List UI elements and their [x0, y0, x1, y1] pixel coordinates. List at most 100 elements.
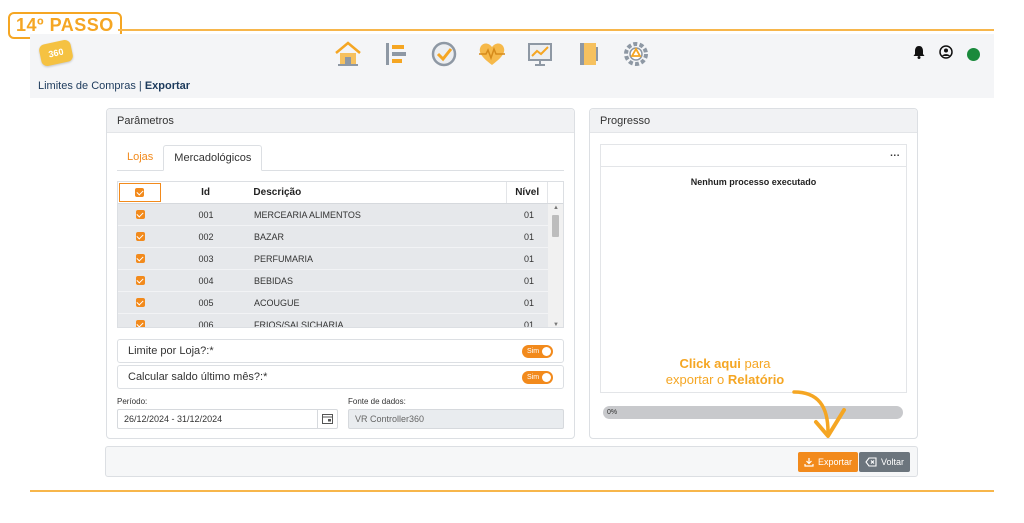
chart-board-icon[interactable]: [522, 39, 558, 69]
checkbox-check-icon: [135, 254, 145, 263]
row-level: 01: [523, 319, 534, 328]
progress-panel: Progresso ... Nenhum processo executado …: [589, 108, 918, 439]
row-description: MERCEARIA ALIMENTOS: [254, 209, 361, 220]
download-icon: [804, 458, 814, 467]
scroll-down-arrow-icon[interactable]: ▼: [553, 322, 559, 327]
process-toolbar: ...: [601, 145, 906, 167]
toggle-knob: [542, 347, 551, 356]
list-icon[interactable]: [378, 39, 414, 69]
parameters-panel: Parâmetros Lojas Mercadológicos Id Descr…: [106, 108, 575, 439]
row-checkbox[interactable]: [118, 270, 162, 291]
calc-last-month-toggle[interactable]: Sim: [522, 371, 553, 384]
table-scrollbar[interactable]: ▲ ▼: [548, 204, 563, 327]
tutorial-callout: Click aqui para exportar o Relatório: [650, 356, 800, 388]
empty-process-message: Nenhum processo executado: [690, 177, 817, 187]
tab-lojas[interactable]: Lojas: [117, 145, 163, 170]
backspace-icon: [865, 457, 877, 467]
toggle-state-label: Sim: [527, 348, 540, 355]
row-id: 001: [198, 209, 214, 220]
column-header-level[interactable]: Nível: [506, 182, 549, 203]
period-input[interactable]: 26/12/2024 - 31/12/2024: [117, 409, 338, 429]
export-button[interactable]: Exportar: [798, 452, 859, 472]
action-bar: Exportar Voltar: [105, 446, 918, 477]
scroll-up-arrow-icon[interactable]: ▲: [553, 205, 559, 211]
heart-pulse-icon[interactable]: [474, 39, 510, 69]
row-description: BEBIDAS: [254, 275, 294, 286]
table-header: Id Descrição Nível: [118, 182, 563, 204]
callout-arrow-icon: [792, 390, 846, 438]
status-dot: [967, 48, 980, 61]
row-id: 006: [198, 319, 214, 328]
table-row[interactable]: 003 PERFUMARIA 01: [118, 248, 563, 270]
parameters-panel-title: Parâmetros: [107, 109, 574, 133]
callout-strong-2: Relatório: [727, 372, 785, 387]
data-source-value: VR Controller360: [355, 414, 425, 424]
screen: 14º PASSO 360 Limites de Compras | Expor…: [0, 0, 1024, 523]
row-description: BAZAR: [254, 231, 285, 242]
row-id: 002: [198, 231, 214, 242]
export-button-label: Exportar: [818, 457, 853, 467]
callout-strong-1: Click aqui: [679, 356, 741, 371]
table-row[interactable]: 004 BEBIDAS 01: [118, 270, 563, 292]
checkbox-check-icon: [135, 320, 145, 327]
app-header: 360: [30, 34, 994, 76]
brand-logo[interactable]: 360: [38, 38, 74, 68]
calc-last-month-label: Calcular saldo último mês?:*: [128, 371, 268, 383]
toggle-knob: [542, 373, 551, 382]
breadcrumb-separator: |: [135, 80, 145, 92]
period-value: 26/12/2024 - 31/12/2024: [124, 414, 223, 424]
limit-per-store-toggle[interactable]: Sim: [522, 345, 553, 358]
limit-per-store-label: Limite por Loja?:*: [128, 345, 214, 357]
row-id: 004: [198, 275, 214, 286]
row-description: PERFUMARIA: [254, 253, 314, 264]
row-checkbox[interactable]: [118, 226, 162, 247]
gear-recycle-icon[interactable]: [618, 39, 654, 69]
breadcrumb-current: Exportar: [144, 80, 191, 92]
limit-per-store-row: Limite por Loja?:* Sim: [117, 339, 564, 363]
row-checkbox[interactable]: [118, 248, 162, 269]
bottom-divider: [30, 490, 994, 492]
back-button[interactable]: Voltar: [859, 452, 911, 472]
tab-mercadologicos[interactable]: Mercadológicos: [163, 145, 263, 171]
checkbox-check-icon: [135, 188, 145, 197]
select-all-checkbox[interactable]: [119, 183, 161, 202]
row-id: 003: [198, 253, 214, 264]
checkbox-check-icon: [135, 276, 145, 285]
row-checkbox[interactable]: [118, 292, 162, 313]
back-button-label: Voltar: [881, 457, 905, 467]
table-row[interactable]: 006 FRIOS/SALSICHARIA 01: [118, 314, 563, 328]
progress-percent: 0%: [607, 409, 618, 416]
row-level: 01: [523, 209, 534, 220]
data-source-label: Fonte de dados:: [348, 397, 406, 406]
bell-icon[interactable]: [913, 45, 925, 64]
header-actions: [913, 45, 980, 64]
home-icon[interactable]: [330, 39, 366, 69]
callout-text-1: para: [740, 356, 771, 371]
column-header-id[interactable]: Id: [162, 182, 250, 203]
row-checkbox[interactable]: [118, 314, 162, 327]
table-row[interactable]: 001 MERCEARIA ALIMENTOS 01: [118, 204, 563, 226]
progress-panel-title: Progresso: [590, 109, 917, 133]
column-header-description[interactable]: Descrição: [249, 182, 506, 203]
breadcrumb-parent[interactable]: Limites de Compras: [38, 80, 136, 92]
scroll-thumb[interactable]: [552, 215, 559, 237]
main-nav: [330, 39, 654, 69]
notebook-icon[interactable]: [570, 39, 606, 69]
checkbox-check-icon: [135, 232, 145, 241]
row-level: 01: [523, 275, 534, 286]
row-level: 01: [523, 297, 534, 308]
table-row[interactable]: 002 BAZAR 01: [118, 226, 563, 248]
top-divider: [118, 29, 994, 31]
user-circle-icon[interactable]: [939, 45, 953, 64]
calendar-icon[interactable]: [317, 410, 337, 428]
header-scroll-spacer: [548, 182, 563, 203]
row-description: FRIOS/SALSICHARIA: [254, 319, 344, 328]
table-row[interactable]: 005 ACOUGUE 01: [118, 292, 563, 314]
check-circle-icon[interactable]: [426, 39, 462, 69]
row-checkbox[interactable]: [118, 204, 162, 225]
calc-last-month-row: Calcular saldo último mês?:* Sim: [117, 365, 564, 389]
row-level: 01: [523, 231, 534, 242]
more-options-icon[interactable]: ...: [890, 148, 900, 159]
row-id: 005: [198, 297, 214, 308]
breadcrumb: Limites de Compras | Exportar: [30, 76, 994, 98]
